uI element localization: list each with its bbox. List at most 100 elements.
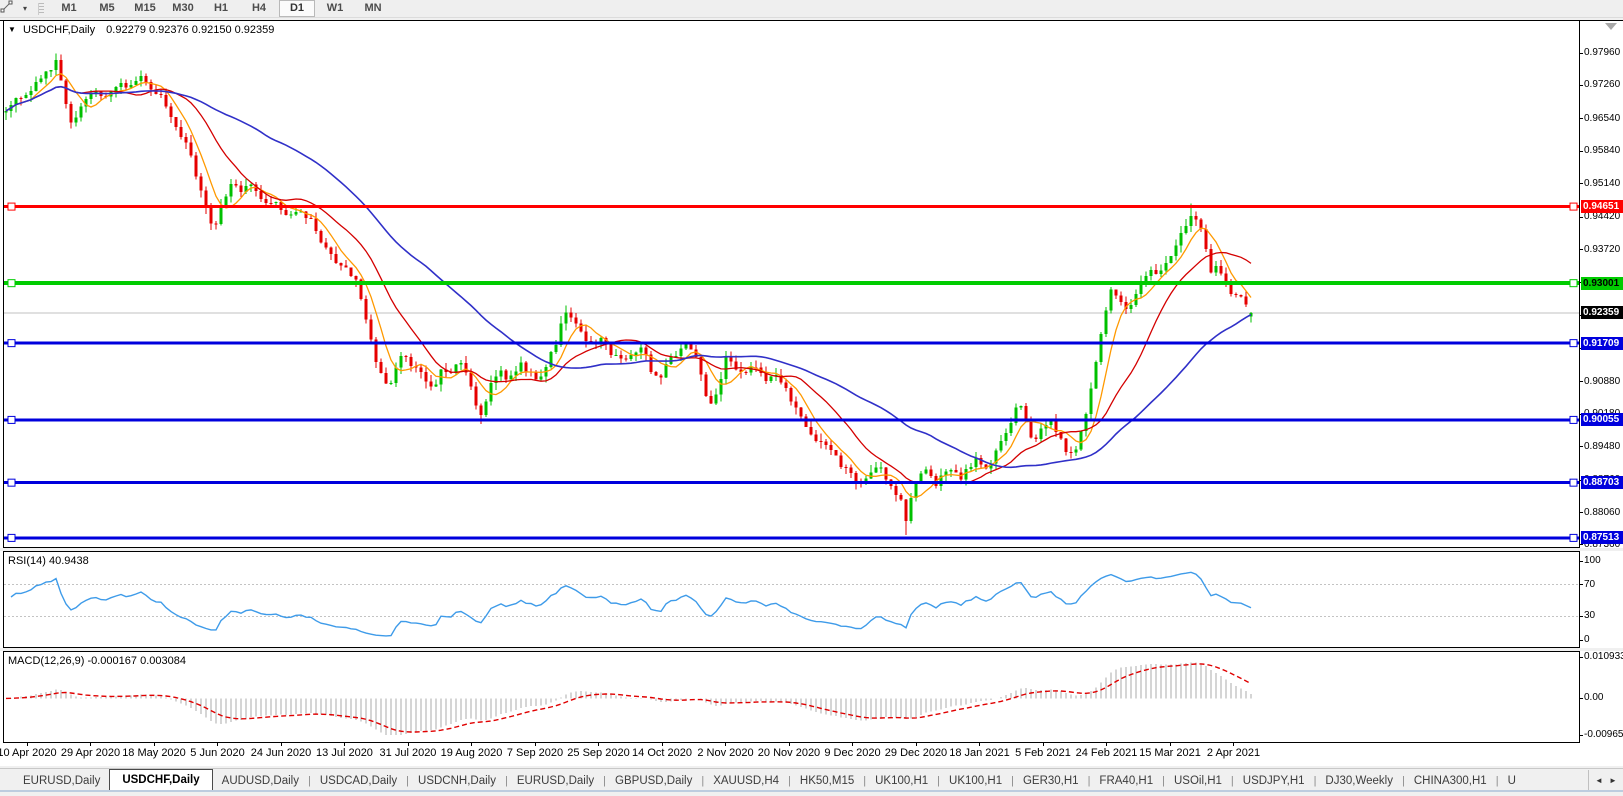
candle-body (660, 375, 663, 377)
timeframe-button-D1[interactable]: D1 (279, 0, 315, 17)
candle-body (145, 76, 148, 82)
candle-body (1160, 271, 1163, 274)
tab-usdchf-daily[interactable]: USDCHF,Daily (109, 769, 212, 790)
rsi-indicator-label: RSI(14) 40.9438 (8, 555, 89, 567)
tab-audusd-daily[interactable]: AUDUSD,Daily (213, 773, 308, 790)
candle-body (815, 434, 818, 441)
candle-body (75, 117, 78, 122)
candle-body (400, 356, 403, 367)
candle-body (705, 374, 708, 396)
candle-body (390, 383, 393, 384)
timeframe-button-M30[interactable]: M30 (165, 0, 201, 17)
tab-gbpusd-daily[interactable]: GBPUSD,Daily (606, 773, 701, 790)
line-studies-icon[interactable] (2, 1, 20, 16)
timeframe-button-M15[interactable]: M15 (127, 0, 163, 17)
pane-separator[interactable] (3, 551, 1580, 552)
line-handle-left[interactable] (8, 340, 15, 347)
candle-body (1065, 439, 1068, 452)
collapse-triangle-icon[interactable]: ▼ (8, 25, 16, 34)
tab-eurusd-daily[interactable]: EURUSD,Daily (14, 773, 109, 790)
rsi-axis-label: 70 (1584, 579, 1623, 591)
line-handle-right[interactable] (1570, 416, 1577, 423)
line-handle-left[interactable] (8, 280, 15, 287)
toolbar-grip[interactable] (38, 3, 44, 15)
candle-body (485, 401, 488, 414)
tab-uk100-h1[interactable]: UK100,H1 (940, 773, 1011, 790)
line-handle-right[interactable] (1570, 203, 1577, 210)
timeframe-button-M5[interactable]: M5 (89, 0, 125, 17)
time-axis-tick (408, 742, 409, 746)
mt4-window: { "toolbar": { "caret_glyph": "▾", "time… (0, 0, 1623, 794)
candle-body (135, 81, 138, 85)
candle-body (405, 356, 408, 357)
candle-body (220, 206, 223, 224)
candle-body (630, 355, 633, 359)
candle-body (820, 441, 823, 442)
pane-separator[interactable] (3, 651, 1580, 652)
candle-body (355, 276, 358, 279)
candle-body (1245, 297, 1248, 305)
candle-body (1100, 334, 1103, 362)
timeframe-toolbar: ▾ M1M5M15M30H1H4D1W1MN (0, 0, 1623, 18)
candle-body (200, 177, 203, 191)
tab-usdcad-daily[interactable]: USDCAD,Daily (311, 773, 406, 790)
candle-body (910, 498, 913, 521)
candle-body (880, 468, 883, 469)
candle-body (830, 445, 833, 450)
timeframe-button-M1[interactable]: M1 (51, 0, 87, 17)
timeframe-button-H4[interactable]: H4 (241, 0, 277, 17)
time-axis-tick (789, 742, 790, 746)
tab-xauusd-h4[interactable]: XAUUSD,H4 (704, 773, 788, 790)
candle-body (1185, 226, 1188, 233)
price-axis-label: 0.90880 (1584, 376, 1623, 388)
line-handle-left[interactable] (8, 203, 15, 210)
macd-axis-label: 0.00 (1584, 692, 1623, 704)
candle-body (215, 224, 218, 225)
line-handle-left[interactable] (8, 479, 15, 486)
candle-body (1240, 295, 1243, 296)
tab-scroll-right-icon[interactable]: ► (1609, 776, 1617, 785)
candle-body (55, 60, 58, 70)
line-handle-right[interactable] (1570, 340, 1577, 347)
tab-ger30-h1[interactable]: GER30,H1 (1014, 773, 1088, 790)
candle-body (225, 196, 228, 205)
candle-body (40, 79, 43, 82)
candle-body (1180, 233, 1183, 246)
line-price-label: 0.94651 (1581, 200, 1623, 213)
ma-slow-line (6, 87, 1251, 468)
timeframe-button-MN[interactable]: MN (355, 0, 391, 17)
line-handle-left[interactable] (8, 534, 15, 541)
time-axis-tick (471, 742, 472, 746)
candle-body (435, 385, 438, 387)
tab-usoil-h1[interactable]: USOil,H1 (1165, 773, 1231, 790)
tab-eurusd-daily[interactable]: EURUSD,Daily (508, 773, 603, 790)
candle-body (1080, 431, 1083, 450)
chart-shift-marker[interactable] (1605, 23, 1617, 30)
tab-fra40-h1[interactable]: FRA40,H1 (1090, 773, 1162, 790)
line-price-label: 0.90055 (1581, 413, 1623, 426)
candle-body (785, 383, 788, 389)
candle-body (1175, 246, 1178, 256)
candle-body (190, 142, 193, 155)
timeframe-button-W1[interactable]: W1 (317, 0, 353, 17)
tab-scroll-left-icon[interactable]: ◄ (1595, 776, 1603, 785)
timeframe-button-H1[interactable]: H1 (203, 0, 239, 17)
time-axis-tick (281, 742, 282, 746)
candle-body (480, 405, 483, 414)
candle-body (710, 396, 713, 403)
tab-uk100-h1[interactable]: UK100,H1 (866, 773, 937, 790)
tab-usdcnh-daily[interactable]: USDCNH,Daily (409, 773, 505, 790)
time-axis-tick (852, 742, 853, 746)
line-handle-right[interactable] (1570, 280, 1577, 287)
tab-dj30-weekly[interactable]: DJ30,Weekly (1316, 773, 1402, 790)
line-handle-left[interactable] (8, 416, 15, 423)
caret-down-icon[interactable]: ▾ (20, 4, 30, 13)
tab-u[interactable]: U (1499, 773, 1525, 790)
tab-china300-h1[interactable]: CHINA300,H1 (1405, 773, 1496, 790)
tab-hk50-m15[interactable]: HK50,M15 (791, 773, 863, 790)
candle-body (540, 377, 543, 380)
tab-usdjpy-h1[interactable]: USDJPY,H1 (1234, 773, 1314, 790)
line-handle-right[interactable] (1570, 534, 1577, 541)
candle-body (845, 467, 848, 468)
line-handle-right[interactable] (1570, 479, 1577, 486)
